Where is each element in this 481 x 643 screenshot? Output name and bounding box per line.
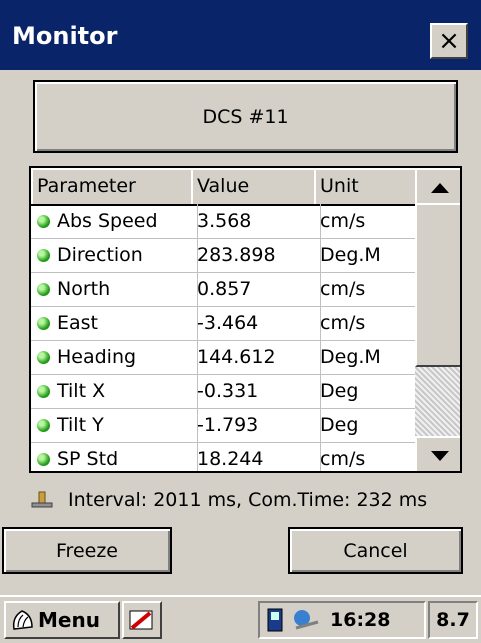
table-row[interactable]: North 0.857 cm/s bbox=[31, 272, 422, 307]
value-cell: -3.464 bbox=[191, 306, 321, 341]
parameter-name: Tilt X bbox=[57, 380, 106, 402]
unit-cell: Deg.M bbox=[314, 340, 422, 375]
table-row[interactable]: SP Std 18.244 cm/s bbox=[31, 442, 422, 471]
status-line: Interval: 2011 ms, Com.Time: 232 ms bbox=[30, 485, 470, 515]
green-dot-icon bbox=[37, 384, 50, 398]
column-header-parameter[interactable]: Parameter bbox=[31, 168, 199, 206]
value-cell: 283.898 bbox=[191, 238, 321, 273]
parameter-cell: Abs Speed bbox=[31, 204, 198, 239]
parameter-cell: Heading bbox=[31, 340, 198, 375]
freeze-button[interactable]: Freeze bbox=[2, 527, 172, 574]
green-dot-icon bbox=[37, 350, 50, 364]
unit-cell: cm/s bbox=[314, 204, 422, 239]
pen-icon bbox=[129, 610, 153, 630]
connection-icon bbox=[30, 490, 54, 510]
parameter-name: Abs Speed bbox=[57, 210, 158, 232]
table-row[interactable]: East -3.464 cm/s bbox=[31, 306, 422, 341]
cancel-button[interactable]: Cancel bbox=[288, 527, 463, 574]
value-cell: -1.793 bbox=[191, 408, 321, 443]
table-row[interactable]: Heading 144.612 Deg.M bbox=[31, 340, 422, 375]
unit-cell: cm/s bbox=[314, 306, 422, 341]
device-icon[interactable] bbox=[266, 608, 284, 632]
unit-cell: Deg bbox=[314, 408, 422, 443]
triangle-down-icon bbox=[430, 450, 449, 461]
parameter-cell: SP Std bbox=[31, 442, 198, 471]
table-row[interactable]: Tilt Y -1.793 Deg bbox=[31, 408, 422, 443]
network-icon[interactable] bbox=[292, 608, 322, 632]
green-dot-icon bbox=[37, 418, 50, 432]
parameter-cell: North bbox=[31, 272, 198, 307]
shell-icon bbox=[12, 610, 33, 630]
triangle-up-icon bbox=[430, 182, 449, 193]
clock[interactable]: 16:28 bbox=[330, 609, 390, 631]
scroll-up-button[interactable] bbox=[415, 168, 460, 207]
close-button[interactable]: × bbox=[430, 23, 468, 59]
column-header-value[interactable]: Value bbox=[191, 168, 322, 206]
scroll-down-button[interactable] bbox=[415, 436, 460, 471]
battery-indicator[interactable]: 8.7 bbox=[428, 601, 478, 639]
unit-cell: Deg.M bbox=[314, 238, 422, 273]
input-panel-button[interactable] bbox=[122, 601, 162, 639]
green-dot-icon bbox=[37, 282, 50, 296]
device-label-panel: DCS #11 bbox=[33, 80, 458, 153]
taskbar: Menu 16:28 8.7 bbox=[0, 595, 481, 643]
parameter-cell: East bbox=[31, 306, 198, 341]
table-row[interactable]: Abs Speed 3.568 cm/s bbox=[31, 204, 422, 239]
green-dot-icon bbox=[37, 248, 50, 262]
window-title: Monitor bbox=[12, 22, 118, 50]
value-cell: 3.568 bbox=[191, 204, 321, 239]
close-icon: × bbox=[438, 26, 460, 56]
menu-label: Menu bbox=[38, 608, 100, 632]
table-row[interactable]: Tilt X -0.331 Deg bbox=[31, 374, 422, 409]
parameter-name: Tilt Y bbox=[57, 414, 104, 436]
parameter-name: Direction bbox=[57, 244, 143, 266]
value-cell: 18.244 bbox=[191, 442, 321, 471]
parameter-name: East bbox=[57, 312, 98, 334]
value-cell: 144.612 bbox=[191, 340, 321, 375]
unit-cell: Deg bbox=[314, 374, 422, 409]
system-tray: 16:28 bbox=[258, 601, 426, 639]
unit-cell: cm/s bbox=[314, 272, 422, 307]
parameter-name: Heading bbox=[57, 346, 137, 368]
green-dot-icon bbox=[37, 214, 50, 228]
vertical-scrollbar[interactable] bbox=[415, 168, 460, 471]
parameter-cell: Direction bbox=[31, 238, 198, 273]
value-cell: 0.857 bbox=[191, 272, 321, 307]
table-row[interactable]: Direction 283.898 Deg.M bbox=[31, 238, 422, 273]
status-text: Interval: 2011 ms, Com.Time: 232 ms bbox=[68, 489, 428, 511]
column-header-unit[interactable]: Unit bbox=[314, 168, 423, 206]
parameter-cell: Tilt X bbox=[31, 374, 198, 409]
start-menu-button[interactable]: Menu bbox=[4, 601, 120, 639]
parameter-grid: Parameter Value Unit Abs Speed 3.568 cm/… bbox=[29, 166, 462, 473]
green-dot-icon bbox=[37, 316, 50, 330]
parameter-name: SP Std bbox=[57, 448, 119, 470]
parameter-cell: Tilt Y bbox=[31, 408, 198, 443]
scrollbar-thumb[interactable] bbox=[415, 203, 460, 367]
green-dot-icon bbox=[37, 452, 50, 466]
value-cell: -0.331 bbox=[191, 374, 321, 409]
parameter-name: North bbox=[57, 278, 111, 300]
unit-cell: cm/s bbox=[314, 442, 422, 471]
